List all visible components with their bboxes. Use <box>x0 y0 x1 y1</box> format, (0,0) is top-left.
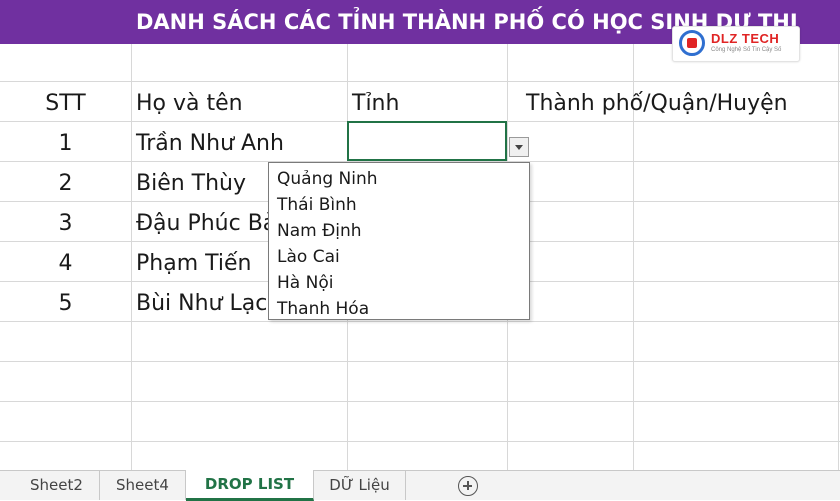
row-name[interactable]: Đậu Phúc Bảo <box>136 204 290 244</box>
active-cell-province[interactable] <box>347 121 507 161</box>
header-stt[interactable]: STT <box>0 84 131 124</box>
row-divider <box>0 441 840 442</box>
dropdown-option[interactable]: Thanh Hóa <box>277 296 369 322</box>
tab-drop-list[interactable]: DROP LIST <box>186 470 314 501</box>
dropdown-option[interactable]: Quảng Ninh <box>277 166 378 192</box>
dropdown-option[interactable]: Thái Bình <box>277 192 357 218</box>
column-divider <box>131 44 132 470</box>
row-stt[interactable]: 4 <box>0 244 131 284</box>
logo-mark-icon <box>679 30 705 56</box>
header-name[interactable]: Họ và tên <box>136 84 243 124</box>
row-stt[interactable]: 3 <box>0 204 131 244</box>
row-divider <box>0 401 840 402</box>
tab-sheet2[interactable]: Sheet2 <box>14 471 100 500</box>
logo-brand: DLZ TECH <box>711 31 780 46</box>
row-name[interactable]: Trần Như Anh <box>136 124 284 164</box>
row-stt[interactable]: 2 <box>0 164 131 204</box>
add-sheet-icon[interactable] <box>458 476 478 496</box>
header-city[interactable]: Thành phố/Quận/Huyện <box>526 84 788 124</box>
dropdown-option[interactable]: Hà Nội <box>277 270 333 296</box>
province-dropdown-list[interactable]: Quảng Ninh Thái Bình Nam Định Lào Cai Hà… <box>268 162 530 320</box>
row-name[interactable]: Biên Thùy <box>136 164 246 204</box>
sheet-tab-bar: Sheet2 Sheet4 DROP LIST DỮ Liệu <box>0 470 840 501</box>
dlz-tech-logo: DLZ TECH Công Nghệ Số Tin Cậy Số <box>672 26 800 62</box>
row-divider <box>0 81 840 82</box>
row-name[interactable]: Bùi Như Lạc <box>136 284 267 324</box>
dropdown-arrow-icon[interactable] <box>509 137 529 157</box>
dropdown-option[interactable]: Lào Cai <box>277 244 340 270</box>
tab-du-lieu[interactable]: DỮ Liệu <box>314 471 406 500</box>
row-divider <box>0 361 840 362</box>
dropdown-option[interactable]: Nam Định <box>277 218 362 244</box>
tab-sheet4[interactable]: Sheet4 <box>100 471 186 500</box>
row-stt[interactable]: 5 <box>0 284 131 324</box>
row-name[interactable]: Phạm Tiến <box>136 244 251 284</box>
logo-tagline: Công Nghệ Số Tin Cậy Số <box>711 47 782 53</box>
column-divider <box>838 44 839 470</box>
header-province[interactable]: Tỉnh <box>352 84 399 124</box>
row-stt[interactable]: 1 <box>0 124 131 164</box>
